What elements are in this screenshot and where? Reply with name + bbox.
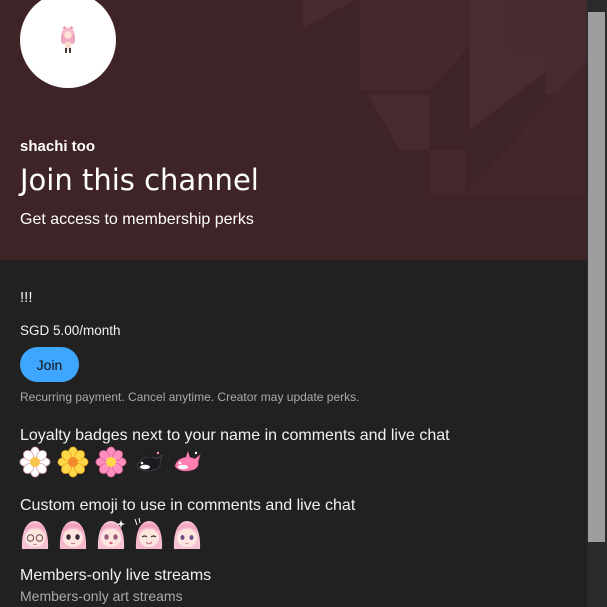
- tier-name: !!!: [20, 289, 33, 306]
- white-flower-badge-icon: [19, 446, 51, 478]
- perk-badges-title: Loyalty badges next to your name in comm…: [20, 427, 450, 444]
- pink-girl-smile-emoji-icon: [134, 517, 163, 549]
- tier-panel: !!! SGD 5.00/month Join Recurring paymen…: [0, 260, 587, 607]
- recurring-note: Recurring payment. Cancel anytime. Creat…: [20, 390, 360, 404]
- pink-hair-character-avatar-icon: [61, 26, 75, 53]
- tier-price: SGD 5.00/month: [20, 323, 121, 338]
- pink-girl-sparkle-emoji-icon: [97, 520, 125, 549]
- perk-emoji-title: Custom emoji to use in comments and live…: [20, 497, 356, 514]
- channel-header: shachi too Join this channel Get access …: [0, 0, 587, 260]
- yellow-flower-badge-icon: [57, 446, 89, 478]
- pink-girl-glasses-emoji-icon: [21, 521, 49, 549]
- scrollbar-thumb[interactable]: [588, 12, 605, 542]
- orca-badge-icon: [136, 451, 163, 472]
- join-button[interactable]: Join: [20, 347, 79, 382]
- channel-name: shachi too: [20, 138, 96, 155]
- pink-orca-badge-icon: [174, 451, 201, 472]
- pink-girl-calm-emoji-icon: [173, 521, 201, 549]
- emoji-row: [19, 517, 203, 549]
- pink-girl-eyes-emoji-icon: [59, 521, 87, 549]
- page-title: Join this channel: [20, 163, 259, 197]
- badge-row: [19, 446, 203, 478]
- page-subtitle: Get access to membership perks: [20, 211, 254, 228]
- pink-flower-badge-icon: [95, 446, 127, 478]
- perk-livestreams-subtitle: Members-only art streams: [20, 588, 183, 604]
- perk-livestreams-title: Members-only live streams: [20, 567, 212, 584]
